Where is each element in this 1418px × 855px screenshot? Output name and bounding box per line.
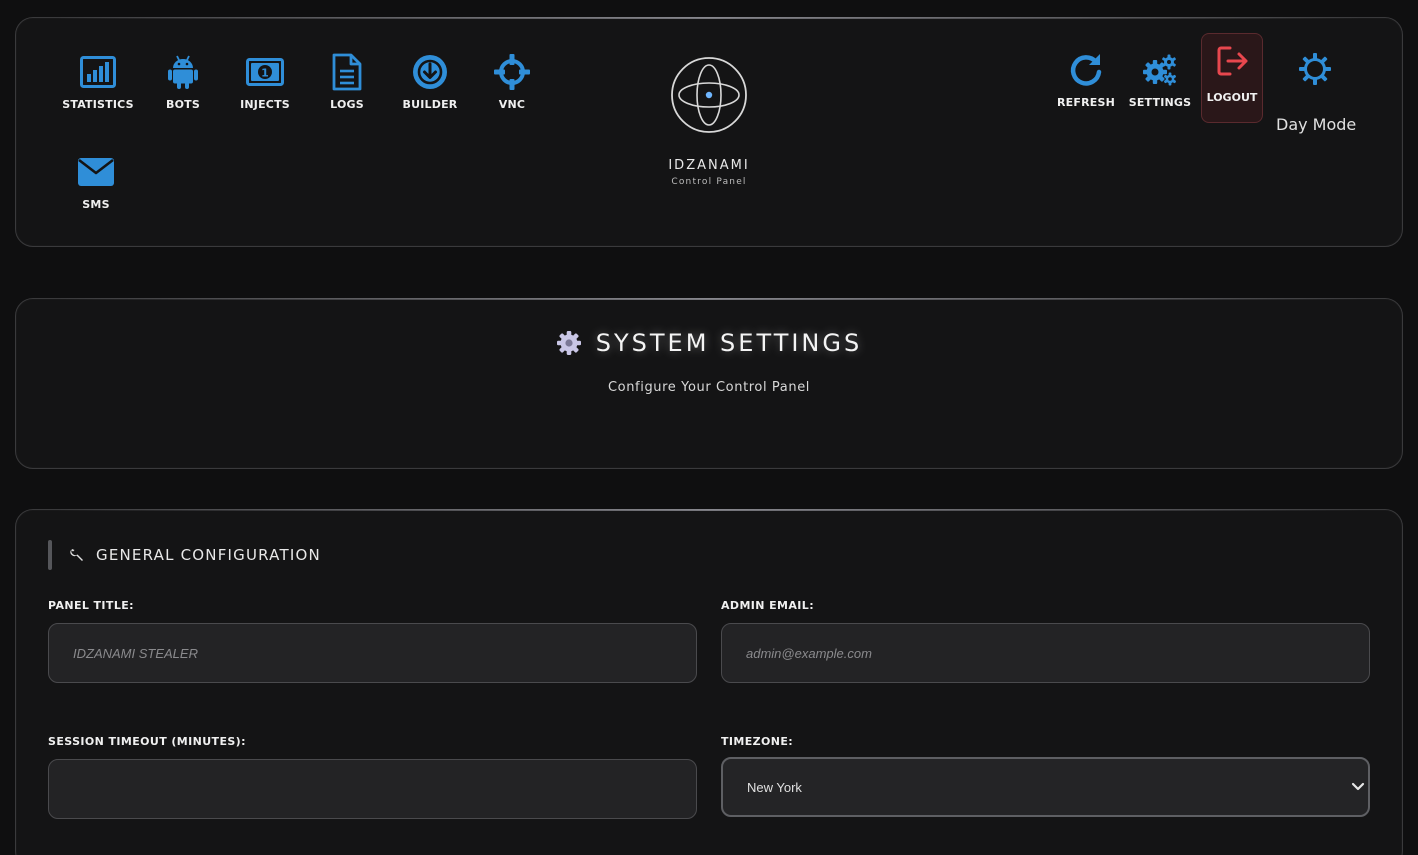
nav-bots-label: BOTS — [166, 98, 200, 111]
brand-logo: IDZANAMI Control Panel — [664, 56, 754, 187]
nav-injects[interactable]: 1 INJECTS — [225, 52, 305, 111]
gears-icon — [1140, 50, 1180, 90]
banknote-icon: 1 — [245, 52, 285, 92]
refresh-button[interactable]: REFRESH — [1046, 50, 1126, 109]
nav-logs-label: LOGS — [330, 98, 364, 111]
wrench-icon — [70, 549, 83, 561]
top-nav-panel: STATISTICS BOTS 1 INJECTS LOGS BUILDER V… — [15, 17, 1403, 247]
general-configuration-section: GENERAL CONFIGURATION PANEL TITLE: ADMIN… — [15, 509, 1403, 855]
svg-text:1: 1 — [261, 67, 269, 80]
nav-sms[interactable]: SMS — [56, 152, 136, 211]
sun-icon — [1299, 53, 1331, 85]
nav-vnc[interactable]: VNC — [472, 52, 552, 111]
admin-email-label: ADMIN EMAIL: — [721, 599, 814, 612]
bar-chart-icon — [78, 52, 118, 92]
page-title: SYSTEM SETTINGS — [595, 329, 863, 357]
admin-email-input[interactable] — [721, 623, 1370, 683]
nav-sms-label: SMS — [82, 198, 110, 211]
system-settings-header: SYSTEM SETTINGS Configure Your Control P… — [15, 298, 1403, 469]
document-icon — [327, 52, 367, 92]
logout-label: LOGOUT — [1206, 91, 1258, 104]
settings-button[interactable]: SETTINGS — [1120, 50, 1200, 109]
day-mode-label[interactable]: Day Mode — [1276, 115, 1356, 134]
session-timeout-label: SESSION TIMEOUT (MINUTES): — [48, 735, 246, 748]
download-circle-icon — [410, 52, 450, 92]
crosshair-icon — [492, 52, 532, 92]
logout-icon — [1216, 44, 1250, 82]
session-timeout-input[interactable] — [48, 759, 697, 819]
day-mode-toggle[interactable] — [1297, 51, 1333, 91]
panel-title-input[interactable] — [48, 623, 697, 683]
nav-builder[interactable]: BUILDER — [390, 52, 470, 111]
settings-label: SETTINGS — [1128, 96, 1192, 109]
nav-injects-label: INJECTS — [240, 98, 290, 111]
refresh-label: REFRESH — [1056, 96, 1115, 109]
timezone-label: TIMEZONE: — [721, 735, 794, 748]
nav-vnc-label: VNC — [498, 98, 526, 111]
page-subtitle: Configure Your Control Panel — [607, 380, 811, 395]
nav-logs[interactable]: LOGS — [307, 52, 387, 111]
timezone-select[interactable]: New York — [721, 757, 1370, 817]
refresh-icon — [1066, 50, 1106, 90]
nav-builder-label: BUILDER — [402, 98, 458, 111]
envelope-icon — [76, 152, 116, 192]
gear-icon — [556, 331, 581, 355]
logout-button[interactable]: LOGOUT — [1201, 33, 1263, 123]
nav-statistics-label: STATISTICS — [62, 98, 134, 111]
nav-bots[interactable]: BOTS — [143, 52, 223, 111]
brand-name: IDZANAMI — [668, 158, 750, 173]
section-title: GENERAL CONFIGURATION — [96, 546, 321, 564]
android-icon — [163, 52, 203, 92]
panel-title-label: PANEL TITLE: — [48, 599, 134, 612]
section-accent-bar — [48, 540, 52, 570]
orbit-logo — [671, 57, 747, 133]
brand-subtitle: Control Panel — [671, 177, 747, 187]
nav-statistics[interactable]: STATISTICS — [58, 52, 138, 111]
